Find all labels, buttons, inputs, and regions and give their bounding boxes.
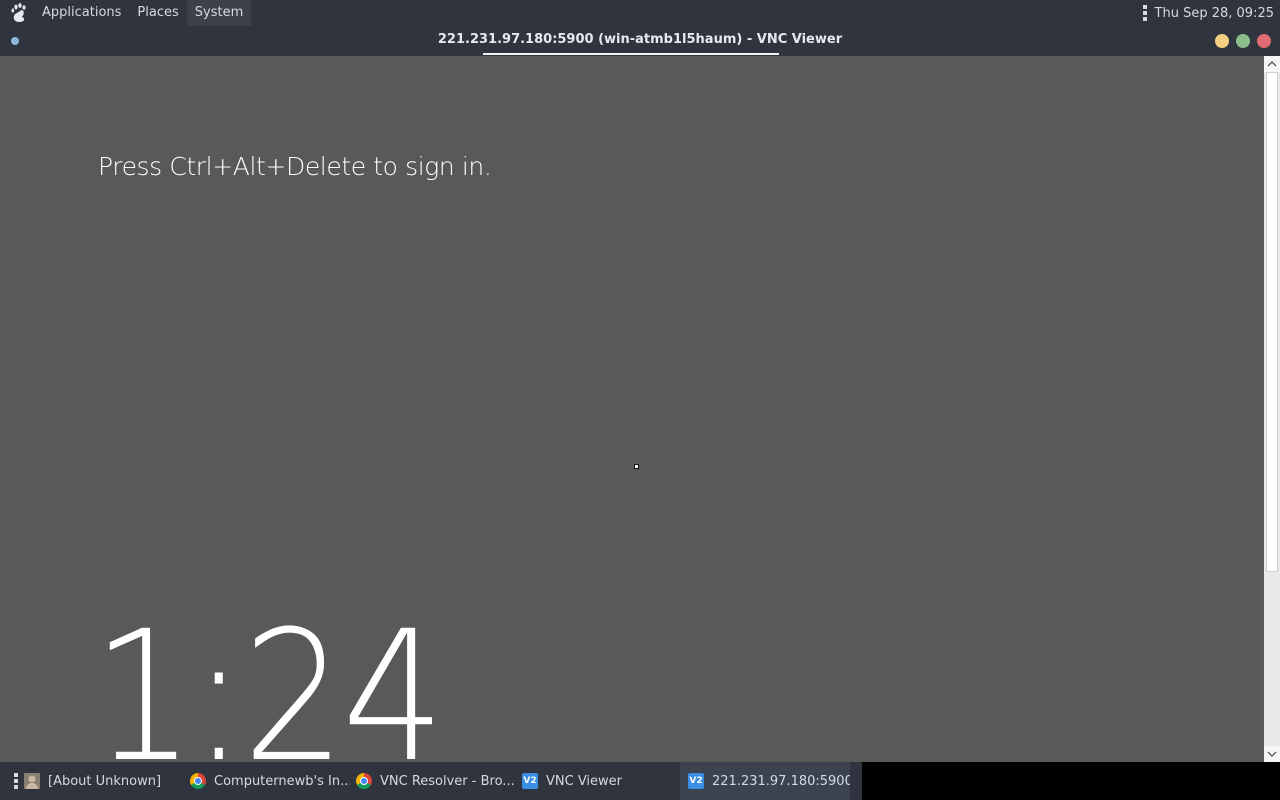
bottom-taskbar: [About Unknown] Computernewb's In... VNC… (0, 762, 1280, 800)
remote-desktop-view[interactable]: Press Ctrl+Alt+Delete to sign in. 1:24 (0, 56, 1264, 762)
vnc-viewer-icon: V2 (688, 773, 704, 789)
task-vnc-viewer[interactable]: V2 VNC Viewer (522, 762, 682, 800)
task-about-unknown[interactable]: [About Unknown] (24, 762, 184, 800)
task-vnc-resolver[interactable]: VNC Resolver - Bro... (356, 762, 516, 800)
vertical-scrollbar[interactable] (1264, 56, 1280, 762)
panel-right-area: Thu Sep 28, 09:25 (1142, 0, 1280, 26)
window-titlebar[interactable]: 221.231.97.180:5900 (win-atmb1l5haum) - … (0, 26, 1280, 56)
task-label: VNC Resolver - Bro... (380, 773, 515, 789)
title-focus-underline (483, 53, 779, 55)
panel-handle-icon[interactable] (1142, 5, 1147, 21)
task-label: VNC Viewer (546, 773, 623, 789)
task-vnc-session[interactable]: V2 221.231.97.180:5900... (680, 762, 850, 800)
task-label: 221.231.97.180:5900... (712, 773, 850, 789)
remote-cursor-icon (634, 464, 639, 469)
vnc-viewer-icon: V2 (522, 773, 538, 789)
minimize-button[interactable] (1215, 34, 1229, 48)
scroll-up-arrow-icon[interactable] (1264, 56, 1280, 72)
scrollbar-thumb[interactable] (1266, 72, 1278, 572)
taskbar-empty-area (862, 762, 1280, 800)
menu-system[interactable]: System (186, 0, 252, 26)
task-computernewb[interactable]: Computernewb's In... (190, 762, 350, 800)
signin-message: Press Ctrl+Alt+Delete to sign in. (98, 152, 492, 181)
lock-screen-clock: 1:24 (92, 593, 445, 763)
maximize-button[interactable] (1236, 34, 1250, 48)
task-label: [About Unknown] (48, 773, 162, 789)
user-icon (24, 773, 40, 789)
panel-clock[interactable]: Thu Sep 28, 09:25 (1155, 6, 1280, 21)
top-panel: Applications Places System Thu Sep 28, 0… (0, 0, 1280, 26)
close-button[interactable] (1257, 34, 1271, 48)
menu-applications[interactable]: Applications (34, 0, 129, 26)
panel-menu-bar: Applications Places System (0, 0, 252, 26)
scroll-down-arrow-icon[interactable] (1264, 746, 1280, 762)
taskbar-handle-icon[interactable] (14, 773, 18, 789)
window-title: 221.231.97.180:5900 (win-atmb1l5haum) - … (437, 32, 843, 47)
task-label: Computernewb's In... (214, 773, 350, 789)
menu-places[interactable]: Places (129, 0, 186, 26)
chrome-icon (356, 773, 372, 789)
chrome-icon (190, 773, 206, 789)
gnome-foot-icon[interactable] (8, 2, 30, 24)
